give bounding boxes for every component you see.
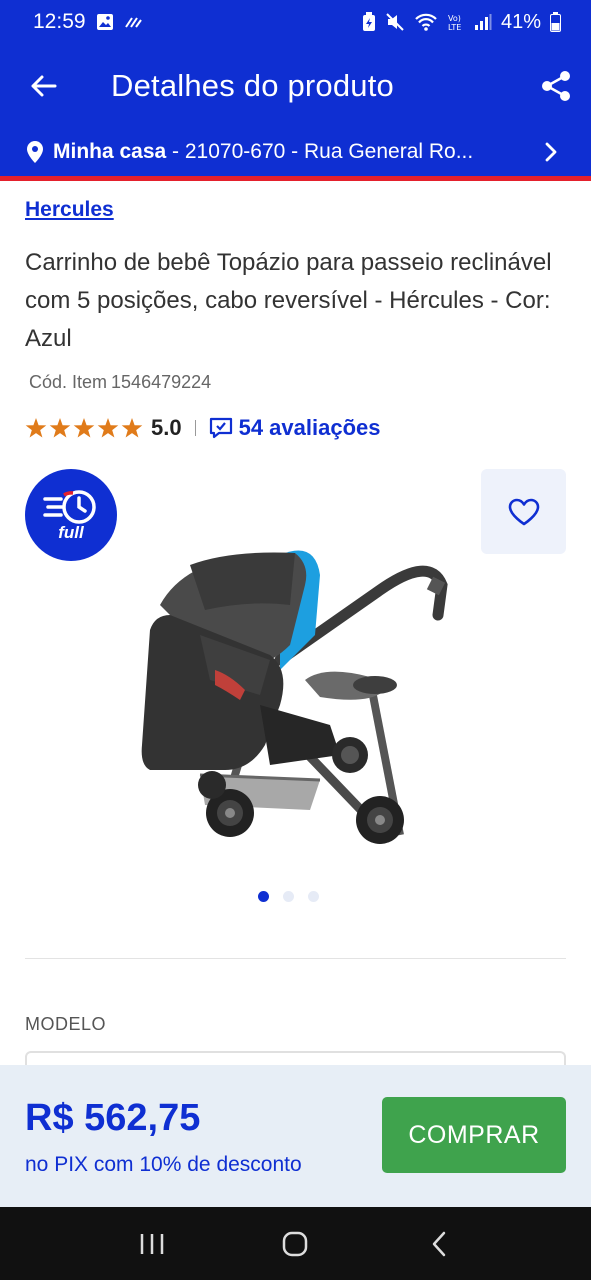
header-accent-strip xyxy=(0,176,591,181)
price: R$ 562,75 xyxy=(25,1097,201,1139)
sku: Cód. Item 1546479224 xyxy=(25,372,211,393)
status-time: 12:59 xyxy=(33,10,86,33)
chevron-left-icon xyxy=(432,1231,446,1256)
svg-text:Vo): Vo) xyxy=(448,14,461,23)
mute-icon xyxy=(385,12,405,32)
star-icon xyxy=(73,417,95,437)
fast-delivery-icon xyxy=(43,490,96,524)
wifi-icon xyxy=(414,12,438,32)
chevron-right-icon xyxy=(545,142,557,162)
status-bar: 12:59 Vo) LTE 41% xyxy=(0,0,591,44)
product-image xyxy=(141,550,448,844)
star-icon xyxy=(25,417,47,437)
section-divider xyxy=(25,958,566,959)
gallery-dot[interactable] xyxy=(258,891,269,902)
share-icon xyxy=(542,71,570,101)
product-gallery[interactable]: full xyxy=(0,465,591,915)
recent-apps-icon xyxy=(140,1233,164,1254)
gallery-dot[interactable] xyxy=(283,891,294,902)
star-icon xyxy=(49,417,71,437)
signal-icon xyxy=(474,13,492,31)
star-icon xyxy=(97,417,119,437)
purchase-bar: R$ 562,75 no PIX com 10% de desconto COM… xyxy=(0,1065,591,1207)
app-header: Detalhes do produto xyxy=(0,44,591,128)
favorite-button[interactable] xyxy=(481,469,566,554)
star-icon xyxy=(121,417,143,437)
sku-label: Cód. Item xyxy=(29,372,108,392)
heart-icon xyxy=(508,498,539,525)
sku-value: 1546479224 xyxy=(111,372,212,392)
volte-icon: Vo) LTE xyxy=(447,12,465,32)
gallery-pagination xyxy=(258,891,319,902)
brand-link[interactable]: Hercules xyxy=(25,198,114,222)
review-comment-icon xyxy=(209,417,232,439)
home-icon xyxy=(283,1231,308,1256)
rating-value: 5.0 xyxy=(151,415,182,440)
address-text: Minha casa - 21070-670 - Rua General Ro.… xyxy=(53,140,523,164)
full-badge-text: full xyxy=(58,523,84,542)
recent-apps-button[interactable] xyxy=(122,1219,182,1269)
full-badge: full xyxy=(25,469,117,561)
back-button[interactable] xyxy=(0,44,86,128)
share-button[interactable] xyxy=(521,44,591,128)
rating-stars xyxy=(25,417,143,439)
buy-button[interactable]: COMPRAR xyxy=(382,1097,566,1173)
sync-icon xyxy=(124,13,142,31)
price-note: no PIX com 10% de desconto xyxy=(25,1153,302,1176)
location-pin-icon xyxy=(27,141,43,163)
product-title: Carrinho de bebê Topázio para passeio re… xyxy=(25,249,552,352)
rating-row: 5.0 54 avaliações xyxy=(25,413,381,443)
reviews-link[interactable]: 54 avaliações xyxy=(209,415,381,441)
svg-text:LTE: LTE xyxy=(448,23,461,32)
page-title: Detalhes do produto xyxy=(111,68,394,103)
arrow-left-icon xyxy=(31,75,57,97)
delivery-address-bar[interactable]: Minha casa - 21070-670 - Rua General Ro.… xyxy=(0,128,591,176)
address-name: Minha casa xyxy=(53,140,167,163)
address-details: - 21070-670 - Rua General Ro... xyxy=(166,140,474,163)
battery-icon xyxy=(550,12,561,32)
battery-saver-icon xyxy=(362,12,376,32)
gallery-dot[interactable] xyxy=(308,891,319,902)
model-label: MODELO xyxy=(25,1014,107,1034)
system-back-button[interactable] xyxy=(409,1219,469,1269)
system-nav-bar xyxy=(0,1207,591,1280)
rating-divider xyxy=(194,420,196,436)
home-button[interactable] xyxy=(265,1219,325,1269)
image-icon xyxy=(96,13,114,31)
reviews-count: 54 avaliações xyxy=(238,415,381,440)
battery-percent: 41% xyxy=(500,10,541,33)
